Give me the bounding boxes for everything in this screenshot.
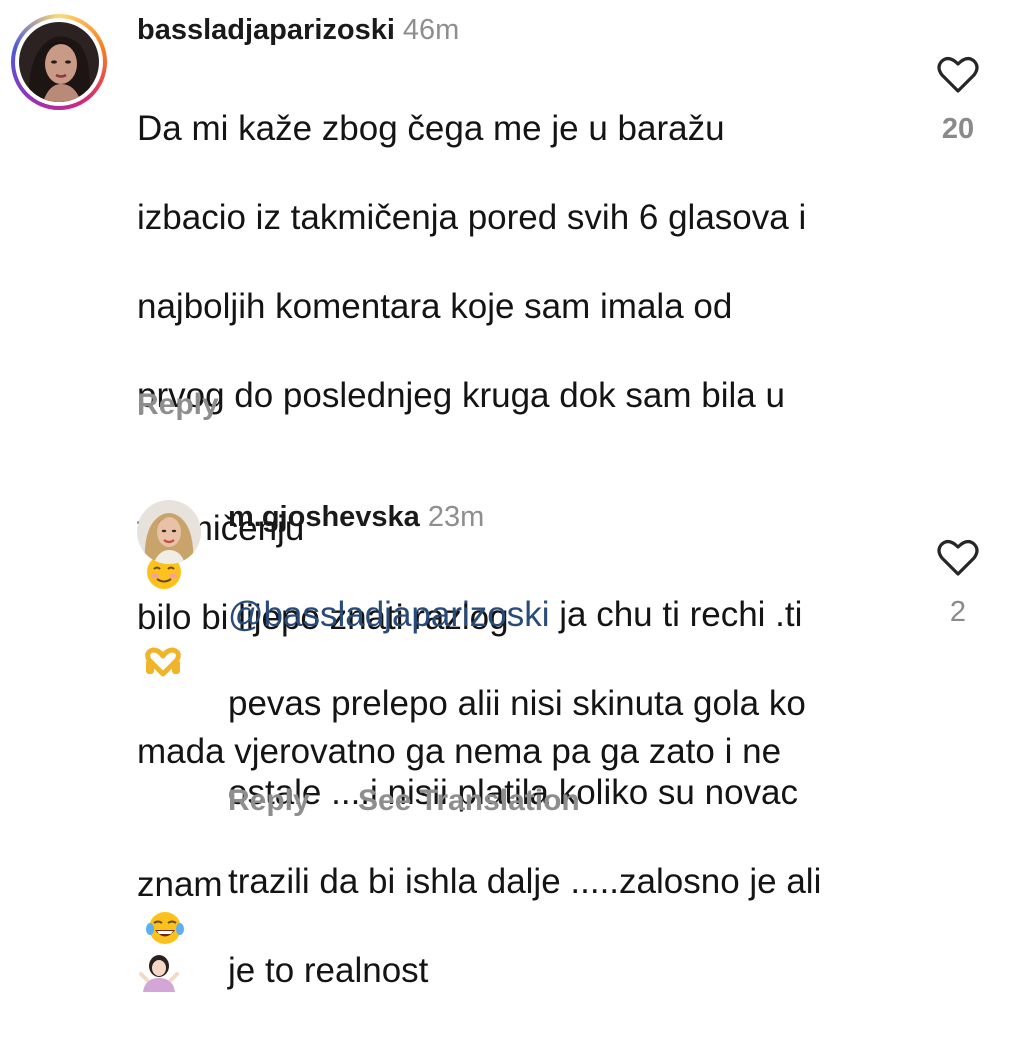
comment-1-line: izbacio iz takmičenja pored svih 6 glaso… — [137, 197, 807, 237]
comment-1-username[interactable]: bassladjaparizoski — [137, 14, 395, 46]
comment-2-timestamp: 23m — [427, 501, 485, 533]
comment-2-line: trazili da bi ishla dalje .....zalosno j… — [228, 861, 822, 901]
comment-2-like-count: 2 — [949, 596, 967, 628]
comment-1-timestamp: 46m — [402, 14, 460, 46]
comment-2-username[interactable]: m.gjoshevska — [228, 501, 420, 533]
woman-shrugging-emoji — [139, 955, 179, 992]
comment-2-header: m.gjoshevska 23m — [228, 501, 484, 534]
comment-2-line: pevas prelepo alii nisi skinuta gola ko — [228, 683, 806, 723]
story-ring-avatar[interactable] — [11, 14, 107, 110]
comment-1-line: najboljih komentara koje sam imala od — [137, 286, 733, 326]
comment-1-line: prvog do poslednjeg kruga dok sam bila u — [137, 375, 785, 415]
comment-2-reply-button[interactable]: Reply — [228, 784, 310, 818]
comment-1-like-count: 20 — [941, 113, 975, 145]
heart-icon[interactable] — [936, 538, 980, 578]
avatar-icon — [19, 22, 99, 102]
avatar-icon[interactable] — [137, 500, 201, 564]
heart-icon[interactable] — [936, 55, 980, 95]
comment-1-line: Da mi kaže zbog čega me je u baražu — [137, 108, 725, 148]
comment-2-line: @bassladjaparizoski ja chu ti rechi .ti — [228, 594, 803, 634]
face-with-tears-of-joy-emoji — [146, 911, 184, 944]
comment-1-reply-button[interactable]: Reply — [137, 388, 219, 422]
mention-link[interactable]: @bassladjaparizoski — [228, 595, 550, 634]
comment-2-like: 2 — [932, 538, 984, 629]
see-translation-button[interactable]: See Translation — [358, 784, 580, 818]
comment-1-like: 20 — [932, 55, 984, 146]
comment-2-line: je to realnost — [228, 950, 429, 990]
comment-1-header: bassladjaparizoski 46m — [137, 14, 459, 47]
heart-hands-emoji — [145, 647, 181, 676]
